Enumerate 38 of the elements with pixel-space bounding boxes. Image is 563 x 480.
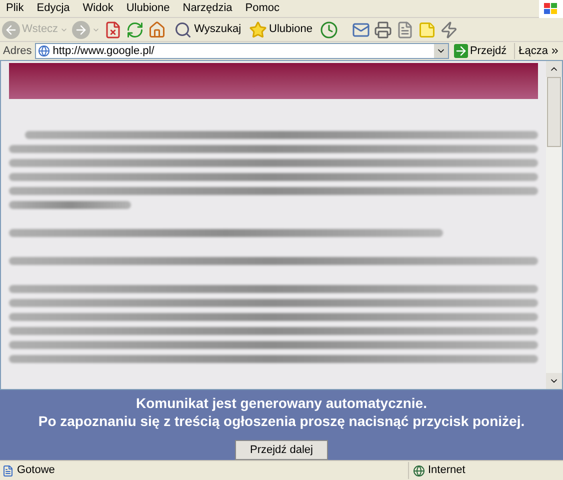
dropdown-button[interactable]	[434, 44, 448, 58]
document-icon[interactable]	[396, 20, 414, 38]
menu-item[interactable]: Narzędzia	[182, 0, 232, 17]
history-icon[interactable]	[320, 20, 338, 38]
menu-item[interactable]: Widok	[82, 0, 114, 17]
favorites-button[interactable]: Ulubione	[249, 20, 312, 38]
menu-item[interactable]: Plik	[6, 0, 24, 17]
scroll-down-button[interactable]	[546, 373, 562, 389]
go-button[interactable]: Przejdź	[454, 42, 507, 60]
windows-logo-icon	[539, 0, 563, 18]
notice-text: Komunikat jest generowany automatycznie.	[136, 394, 427, 412]
status-text: Gotowe	[17, 463, 55, 478]
mail-icon[interactable]	[352, 20, 370, 38]
address-field[interactable]: http://www.google.pl/	[34, 43, 449, 59]
refresh-icon[interactable]	[126, 20, 144, 38]
scroll-up-button[interactable]	[546, 61, 562, 77]
home-icon[interactable]	[148, 20, 166, 38]
continue-button[interactable]: Przejdź dalej	[235, 440, 328, 460]
links-button[interactable]: Łącza	[514, 42, 560, 60]
notice-text: Po zapoznaniu się z treścią ogłoszenia proszę nacisnąć przycisk poniżej.	[38, 412, 525, 430]
scrollbar[interactable]	[546, 61, 562, 389]
stop-icon[interactable]	[104, 20, 122, 38]
menu-item[interactable]: Edycja	[36, 0, 70, 17]
page-icon	[38, 45, 50, 57]
scroll-thumb[interactable]	[547, 77, 561, 147]
menu-item[interactable]: Ulubione	[126, 0, 170, 17]
search-button[interactable]: Wyszukaj	[174, 20, 242, 38]
lightning-icon[interactable]	[440, 20, 458, 38]
chevrons-icon	[550, 46, 560, 56]
search-icon	[174, 20, 192, 38]
menu-item[interactable]: Pomoc	[245, 0, 280, 17]
forward-button[interactable]	[72, 20, 100, 38]
printer-icon[interactable]	[374, 20, 392, 38]
zone-text: Internet	[428, 463, 466, 478]
address-label: Adres	[3, 44, 32, 59]
globe-icon	[413, 464, 425, 476]
star-icon	[249, 20, 268, 38]
page-icon	[2, 464, 14, 476]
